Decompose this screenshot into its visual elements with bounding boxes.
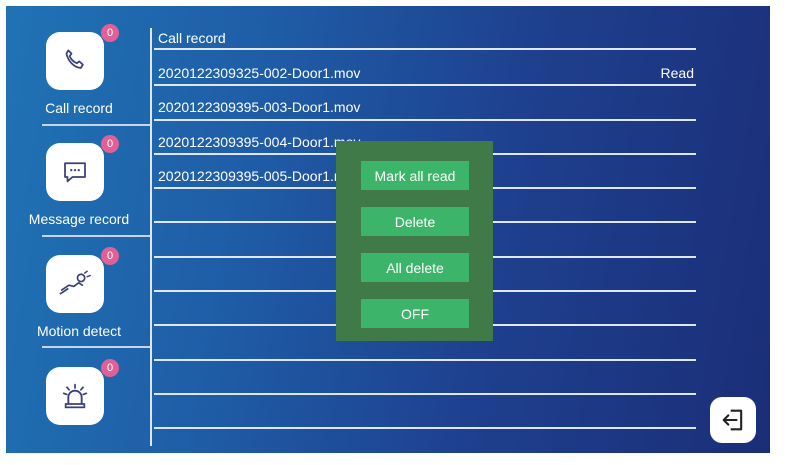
motion-detect-button[interactable] [46, 255, 104, 313]
list-item-name[interactable]: 2020122309395-003-Door1.mov [158, 99, 360, 115]
row-line [154, 359, 696, 361]
motion-detect-label: Motion detect [36, 323, 122, 339]
screen: 0 Call record 0 Message record 0 Motion … [6, 6, 770, 453]
call-record-badge: 0 [101, 24, 119, 42]
motion-icon [59, 270, 91, 295]
back-button[interactable] [710, 397, 756, 443]
alarm-icon [62, 383, 88, 409]
message-record-label: Message record [28, 211, 130, 227]
sidebar-divider [42, 235, 152, 237]
list-title: Call record [158, 30, 226, 46]
call-record-button[interactable] [46, 32, 104, 90]
phone-icon [65, 49, 84, 69]
alarm-record-button[interactable] [46, 367, 104, 425]
list-item-status: Read [660, 65, 694, 81]
message-record-button[interactable] [46, 143, 104, 201]
row-line [154, 48, 696, 50]
alarm-record-badge: 0 [101, 359, 119, 377]
list-item-name[interactable]: 2020122309395-005-Door1.mov [158, 168, 360, 184]
context-menu: Mark all read Delete All delete OFF [336, 141, 493, 341]
sidebar-divider [42, 346, 152, 348]
back-arrow-icon [722, 409, 743, 431]
call-record-label: Call record [45, 100, 113, 116]
row-line [154, 393, 696, 395]
off-button[interactable]: OFF [361, 299, 469, 328]
list-divider-vertical [150, 28, 152, 446]
row-line [154, 84, 696, 86]
row-line [154, 119, 696, 121]
all-delete-button[interactable]: All delete [361, 253, 469, 282]
list-item-name[interactable]: 2020122309325-002-Door1.mov [158, 65, 360, 81]
sidebar-divider [42, 124, 152, 126]
list-item-name[interactable]: 2020122309395-004-Door1.mov [158, 134, 360, 150]
mark-all-read-button[interactable]: Mark all read [361, 161, 469, 190]
row-line [154, 427, 696, 429]
message-icon [64, 162, 86, 183]
motion-detect-badge: 0 [101, 247, 119, 265]
message-record-badge: 0 [101, 135, 119, 153]
delete-button[interactable]: Delete [361, 207, 469, 236]
